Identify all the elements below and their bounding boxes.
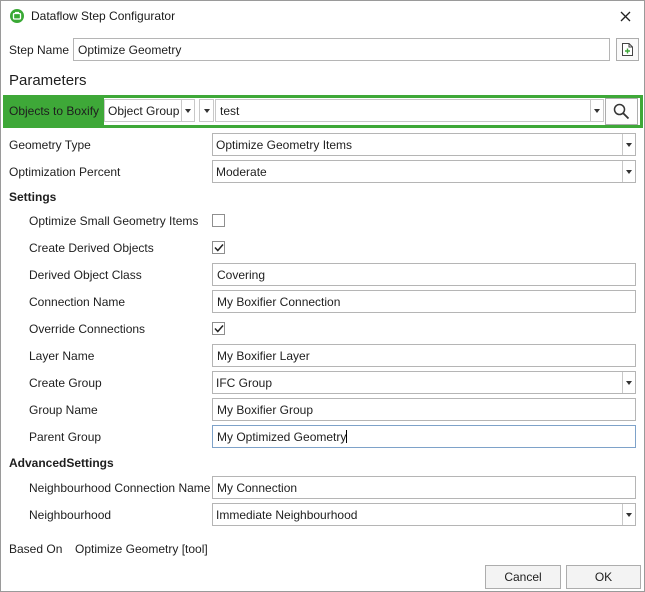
layer-name-label: Layer Name xyxy=(29,349,95,363)
dataflow-step-configurator-window: Dataflow Step Configurator Step Name Opt… xyxy=(0,0,645,592)
search-button[interactable] xyxy=(605,98,638,125)
layer-name-input[interactable]: My Boxifier Layer xyxy=(212,344,636,367)
dataflow-app-icon xyxy=(10,9,24,23)
object-type-value: Object Group xyxy=(108,104,180,118)
create-group-value: IFC Group xyxy=(216,376,273,390)
chevron-down-icon xyxy=(181,100,194,121)
neighbourhood-value: Immediate Neighbourhood xyxy=(216,508,358,522)
advanced-settings-heading: AdvancedSettings xyxy=(9,456,114,470)
create-group-label: Create Group xyxy=(29,376,102,390)
parent-group-input[interactable]: My Optimized Geometry xyxy=(212,425,636,448)
optimize-small-label: Optimize Small Geometry Items xyxy=(29,214,199,228)
title-bar: Dataflow Step Configurator xyxy=(1,1,644,32)
settings-heading: Settings xyxy=(9,190,57,204)
ok-button[interactable]: OK xyxy=(566,565,641,589)
neighbourhood-connection-input[interactable]: My Connection xyxy=(212,476,636,499)
parameters-heading: Parameters xyxy=(9,72,87,89)
cancel-button[interactable]: Cancel xyxy=(485,565,561,589)
optimization-percent-dropdown[interactable]: Moderate xyxy=(212,160,636,183)
step-name-input[interactable]: Optimize Geometry xyxy=(73,38,610,61)
text-cursor xyxy=(346,430,348,443)
object-search-value: test xyxy=(220,104,240,118)
chevron-down-icon xyxy=(622,134,635,155)
based-on-value: Optimize Geometry [tool] xyxy=(75,542,208,556)
override-connections-checkbox[interactable] xyxy=(212,322,225,335)
connection-name-input[interactable]: My Boxifier Connection xyxy=(212,290,636,313)
derived-class-label: Derived Object Class xyxy=(29,268,142,282)
close-icon xyxy=(620,11,630,21)
parent-group-value: My Optimized Geometry xyxy=(217,430,347,444)
neighbourhood-dropdown[interactable]: Immediate Neighbourhood xyxy=(212,503,636,526)
window-title: Dataflow Step Configurator xyxy=(31,9,176,23)
objects-to-boxify-row: Objects to Boxify Object Group test xyxy=(3,95,643,128)
optimization-percent-label: Optimization Percent xyxy=(9,165,121,179)
filter-dropdown[interactable] xyxy=(199,99,214,122)
chevron-down-icon xyxy=(622,372,635,393)
based-on-label: Based On xyxy=(9,542,63,556)
new-document-icon xyxy=(622,43,633,56)
create-derived-label: Create Derived Objects xyxy=(29,241,154,255)
object-type-dropdown[interactable]: Object Group xyxy=(104,99,195,122)
chevron-down-icon xyxy=(622,504,635,525)
geometry-type-dropdown[interactable]: Optimize Geometry Items xyxy=(212,133,636,156)
close-button[interactable] xyxy=(614,6,636,26)
neighbourhood-connection-label: Neighbourhood Connection Name xyxy=(29,481,211,495)
object-search-combo[interactable]: test xyxy=(215,99,604,122)
override-connections-label: Override Connections xyxy=(29,322,146,336)
chevron-down-icon xyxy=(200,100,213,121)
group-name-input[interactable]: My Boxifier Group xyxy=(212,398,636,421)
new-step-button[interactable] xyxy=(616,38,639,61)
checkmark-icon xyxy=(213,244,224,252)
optimization-percent-value: Moderate xyxy=(216,165,267,179)
derived-class-input[interactable]: Covering xyxy=(212,263,636,286)
chevron-down-icon xyxy=(622,161,635,182)
search-icon xyxy=(613,103,630,120)
objects-to-boxify-label: Objects to Boxify xyxy=(9,104,100,118)
geometry-type-label: Geometry Type xyxy=(9,138,91,152)
chevron-down-icon xyxy=(590,100,603,121)
neighbourhood-label: Neighbourhood xyxy=(29,508,112,522)
create-group-dropdown[interactable]: IFC Group xyxy=(212,371,636,394)
optimize-small-checkbox[interactable] xyxy=(212,214,225,227)
create-derived-checkbox[interactable] xyxy=(212,241,225,254)
step-name-label: Step Name xyxy=(9,43,70,57)
parent-group-label: Parent Group xyxy=(29,430,102,444)
connection-name-label: Connection Name xyxy=(29,295,126,309)
checkmark-icon xyxy=(213,325,224,333)
geometry-type-value: Optimize Geometry Items xyxy=(216,138,353,152)
objects-selector: Object Group test xyxy=(104,98,640,125)
group-name-label: Group Name xyxy=(29,403,98,417)
